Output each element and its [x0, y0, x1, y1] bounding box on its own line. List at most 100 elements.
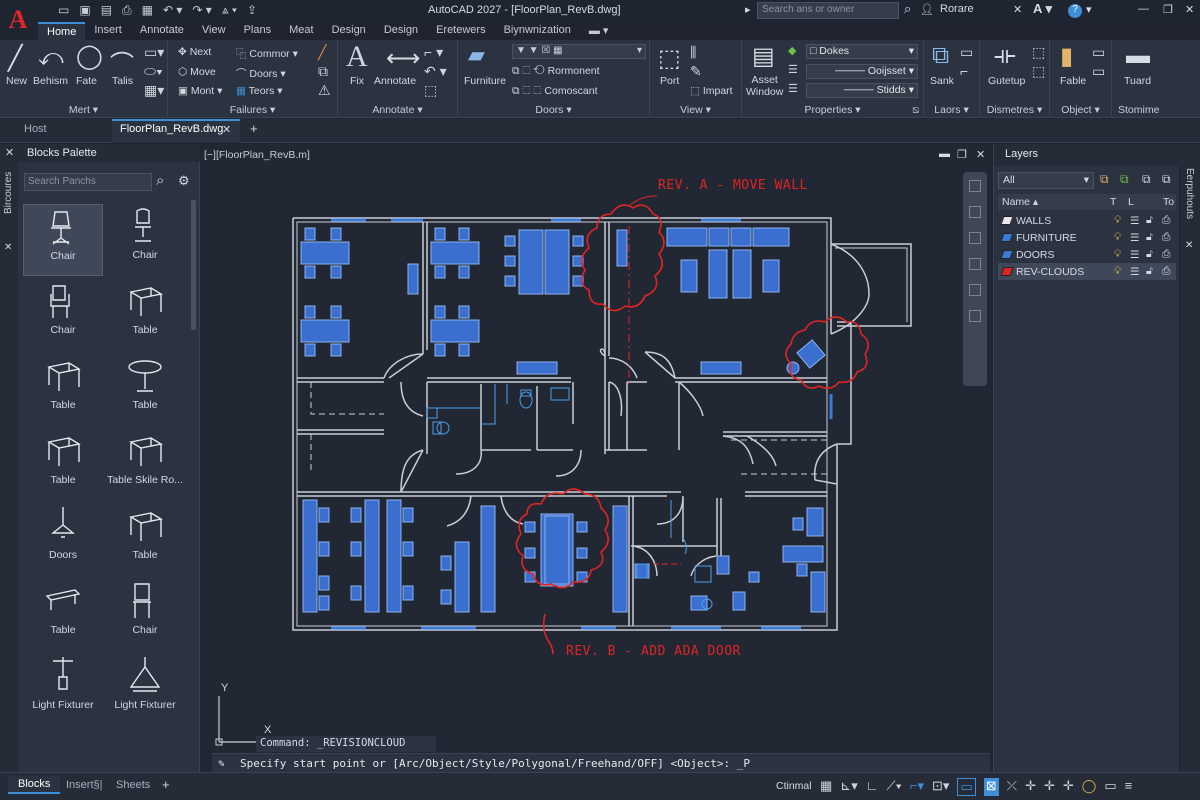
curve-icon[interactable]: ⤺ [38, 44, 64, 72]
side-close-icon[interactable]: ✕ [4, 242, 12, 253]
search-icon[interactable]: ⌕ [156, 172, 164, 189]
impart-button[interactable]: ⬚ Impart [690, 85, 733, 97]
sank-button[interactable]: Sank [930, 75, 954, 87]
new-tab-icon[interactable]: + [250, 121, 258, 136]
fate-button[interactable]: Fate [76, 75, 97, 87]
lightbulb-icon[interactable]: 💡︎ [1114, 265, 1130, 278]
hardware-acceleration-icon[interactable]: ▭ [1104, 778, 1116, 796]
snap-icon[interactable]: ⊾▾ [840, 778, 857, 796]
asset-window-button[interactable]: Asset Window [746, 74, 783, 98]
layer-off-icon[interactable]: ▭ [960, 44, 973, 61]
lightbulb-icon[interactable]: 💡︎ [1114, 214, 1130, 227]
new-layer-icon[interactable]: ⧉ [1100, 172, 1109, 187]
block-search-input[interactable]: Search Panchs [24, 173, 152, 191]
talis-button[interactable]: Talis [112, 75, 133, 87]
units-icon[interactable]: ✛ [1063, 778, 1074, 796]
lightbulb-icon[interactable]: 💡︎ [1114, 248, 1130, 261]
help-dropdown-icon[interactable]: ▾ [1086, 3, 1092, 16]
connect-icon[interactable]: ✕ [1013, 3, 1022, 16]
panel-object-label[interactable]: Object ▾ [1050, 104, 1111, 116]
command-pencil-icon[interactable]: ✎ [218, 757, 225, 770]
ortho-icon[interactable]: ∟ [866, 778, 879, 796]
annotation-visibility-icon[interactable]: ✛ [1044, 778, 1055, 796]
table-annot-icon[interactable]: ⬚ [424, 82, 437, 99]
block-item-3[interactable]: Table [105, 279, 185, 351]
settings-gear-icon[interactable]: ⚙ [178, 173, 190, 189]
ungroup-icon[interactable]: ⬚ [1032, 63, 1045, 80]
set-current-icon[interactable]: ⧉ [1120, 172, 1129, 187]
panel-properties-label[interactable]: Properties ▾ ⧅ [742, 104, 923, 116]
block-item-0[interactable]: Chair [23, 204, 103, 276]
layer-row[interactable]: REV-CLOUDS 💡︎ ☰ 🔓︎ ⎙ [998, 263, 1176, 280]
mont-button[interactable]: ▣ Mont ▾ [178, 85, 222, 97]
polyline-icon[interactable]: ╱ [8, 44, 22, 73]
autocad-logo[interactable]: A [0, 0, 36, 40]
palette-close-icon[interactable]: ✕ [5, 146, 14, 159]
freeze-icon[interactable]: ☰ [1130, 266, 1146, 278]
layer-color-swatch[interactable] [1000, 216, 1014, 225]
block-item-10[interactable]: Table [23, 579, 103, 651]
linetype-dropdown[interactable]: ──── Ooijsset ▾ [806, 64, 918, 79]
close-tab-icon[interactable]: ✕ [222, 123, 231, 136]
save-icon[interactable]: ▣ [79, 3, 90, 18]
tab-meat[interactable]: Meat [280, 22, 322, 40]
undo-icon[interactable]: ↶ ▾ [163, 3, 182, 18]
panel-dismetres-label[interactable]: Dismetres ▾ [980, 104, 1049, 116]
open-icon[interactable]: ▭ [58, 3, 69, 18]
palette-scrollbar[interactable] [191, 200, 196, 330]
block-item-2[interactable]: Chair [23, 279, 103, 351]
col-t[interactable]: T [1110, 196, 1116, 208]
block-item-7[interactable]: Table Skile Ro... [105, 429, 185, 501]
lock-icon[interactable]: 🔓︎ [1146, 231, 1162, 244]
group-icon[interactable]: ⬚ [1032, 44, 1045, 61]
block-item-9[interactable]: Table [105, 504, 185, 576]
rormonent-button[interactable]: ⧉ ⬚ ⟲ Rormonent [512, 65, 600, 78]
layer-filter-dropdown[interactable]: All ▾ [998, 172, 1094, 189]
dimension-icon[interactable]: ⟷ [386, 44, 420, 73]
viewport-icon[interactable]: ⬚ [658, 44, 681, 73]
panel-view-label[interactable]: View ▾ [650, 104, 741, 116]
model-space-toggle[interactable]: Ctinmal [776, 780, 812, 792]
text-icon[interactable]: A [346, 40, 368, 74]
saveas-icon[interactable]: ▤ [101, 3, 112, 18]
layer-row[interactable]: WALLS 💡︎ ☰ 🔓︎ ⎙ [998, 212, 1176, 229]
plot-icon[interactable]: ⎙ [1162, 265, 1176, 278]
properties-side-label[interactable]: Eerpuhouts [1184, 168, 1195, 219]
block-item-6[interactable]: Table [23, 429, 103, 501]
publish-icon[interactable]: ▦ [142, 3, 153, 18]
layer-row[interactable]: DOORS 💡︎ ☰ 🔓︎ ⎙ [998, 246, 1176, 263]
annotate-button[interactable]: Annotate [374, 75, 416, 87]
lock-icon[interactable]: 🔓︎ [1146, 265, 1162, 278]
tab-plans[interactable]: Plans [235, 22, 281, 40]
copy-icon[interactable]: ⧉ [318, 63, 328, 80]
mleader-icon[interactable]: ↶ ▾ [424, 63, 447, 80]
restore-icon[interactable]: ❐ [1163, 3, 1173, 16]
panel-annotate-label[interactable]: Annotate ▾ [338, 104, 457, 116]
block-item-8[interactable]: Doors [23, 504, 103, 576]
leader-icon[interactable]: ⌐ ▾ [424, 44, 443, 61]
arc-icon[interactable]: ⌒ [110, 44, 134, 79]
asset-window-icon[interactable]: ▤ [752, 42, 775, 71]
plot-icon[interactable]: ⩓ ▾ [222, 3, 237, 18]
tab-view[interactable]: View [193, 22, 235, 40]
tab-insert-palette[interactable]: Insert§| [66, 779, 103, 791]
block-item-11[interactable]: Chair [105, 579, 185, 651]
col-l[interactable]: L [1128, 196, 1134, 208]
search-icon[interactable]: ⌕ [904, 1, 911, 17]
redo-icon[interactable]: ↷ ▾ [192, 3, 211, 18]
furniture-icon[interactable]: ▰ [468, 42, 485, 68]
osnap-icon[interactable]: ⊡▾ [932, 778, 949, 796]
transparency-icon[interactable]: ⊠ [983, 778, 999, 796]
polar-icon[interactable]: ⟋▾ [886, 778, 901, 796]
doors-button[interactable]: ⌒ Doors ▾ [236, 66, 286, 81]
lock-icon[interactable]: 🔓︎ [1146, 214, 1162, 227]
split-view-icon[interactable]: ⫼ [690, 44, 696, 61]
base-view-icon[interactable]: ▬ [1126, 42, 1150, 70]
commor-button[interactable]: ⿻ Commor ▾ [236, 46, 298, 61]
annotation-scale-icon[interactable]: ⤫ [1007, 778, 1017, 796]
block-item-5[interactable]: Table [105, 354, 185, 426]
col-to[interactable]: To [1163, 196, 1174, 208]
tab-design[interactable]: Design [323, 22, 375, 40]
layer-color-swatch[interactable] [1000, 267, 1014, 276]
port-button[interactable]: Port [660, 75, 679, 87]
